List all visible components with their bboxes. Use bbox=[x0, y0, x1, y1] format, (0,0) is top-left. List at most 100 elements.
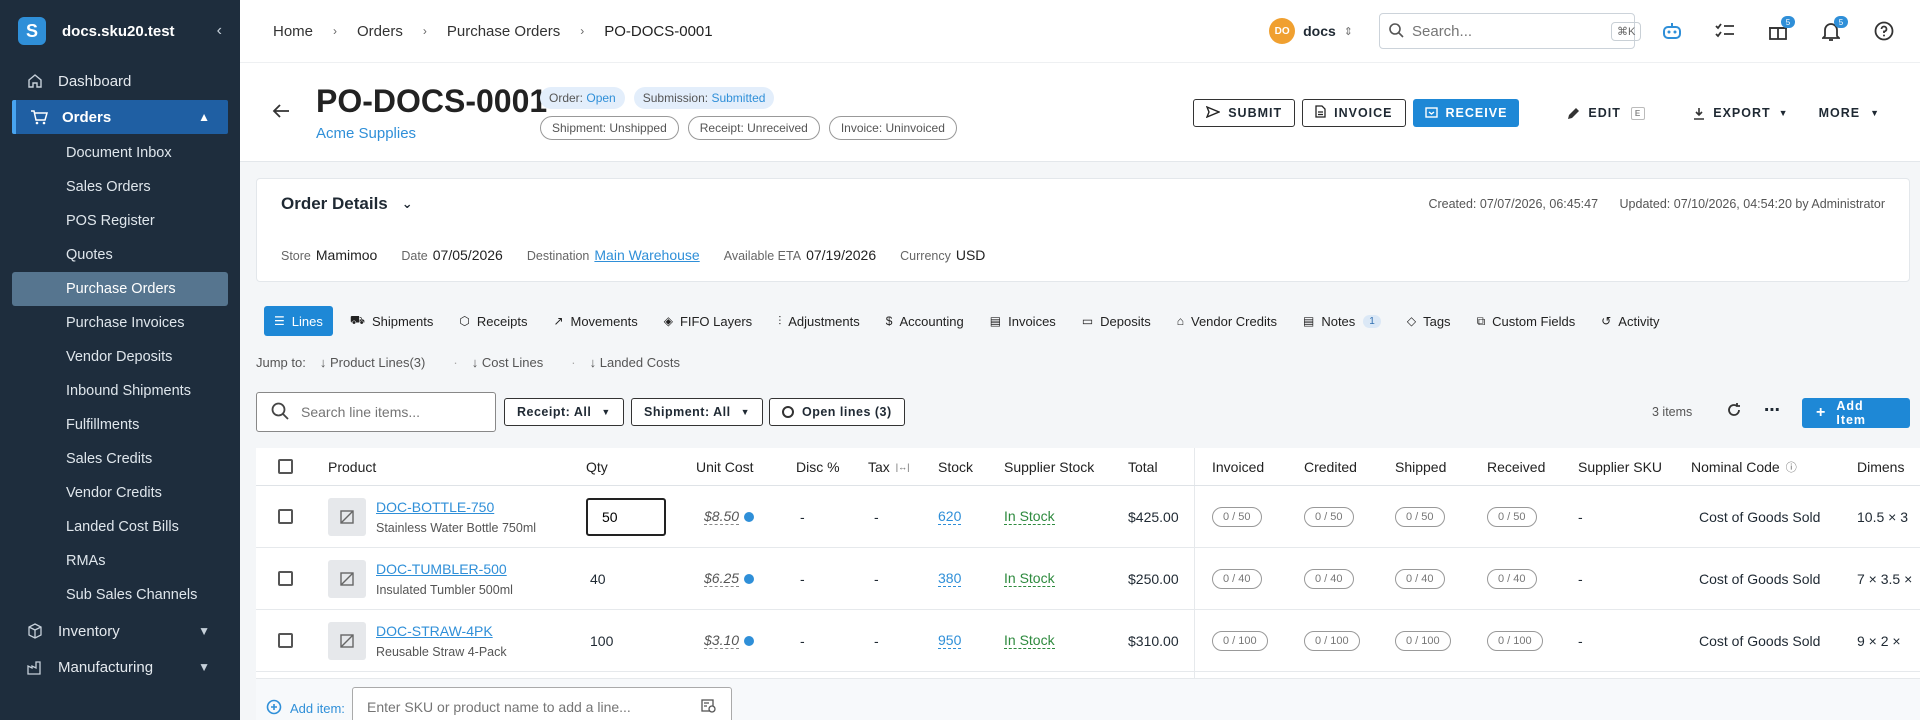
sidebar-subitem-quotes[interactable]: Quotes bbox=[0, 238, 240, 272]
tab-movements[interactable]: ↗ Movements bbox=[544, 306, 646, 336]
jump-landed-costs[interactable]: ↓ Landed Costs bbox=[590, 355, 694, 370]
col-qty[interactable]: Qty bbox=[586, 448, 608, 485]
tab-notes[interactable]: ▤ Notes 1 bbox=[1294, 306, 1390, 336]
product-sku-link[interactable]: DOC-BOTTLE-750 bbox=[376, 499, 494, 515]
sidebar-item-orders[interactable]: Orders ▲ bbox=[12, 100, 228, 134]
qty-value[interactable]: 40 bbox=[590, 548, 606, 609]
breadcrumb-purchase-orders[interactable]: Purchase Orders bbox=[447, 23, 560, 40]
breadcrumb-orders[interactable]: Orders bbox=[357, 23, 403, 40]
help-icon[interactable] bbox=[1867, 14, 1901, 48]
tab-custom-fields[interactable]: ⧉ Custom Fields bbox=[1468, 306, 1585, 336]
collapse-sidebar-icon[interactable]: ‹ bbox=[217, 22, 222, 40]
gift-icon[interactable]: 5 bbox=[1761, 14, 1795, 48]
col-invoiced[interactable]: Invoiced bbox=[1212, 448, 1264, 485]
supplier-stock-status[interactable]: In Stock bbox=[1004, 508, 1055, 525]
col-supplier-sku[interactable]: Supplier SKU bbox=[1578, 448, 1662, 485]
assistant-robot-icon[interactable] bbox=[1655, 14, 1689, 48]
tab-activity[interactable]: ↺ Activity bbox=[1592, 306, 1668, 336]
col-supplier-stock[interactable]: Supplier Stock bbox=[1004, 448, 1094, 485]
product-sku-link[interactable]: DOC-TUMBLER-500 bbox=[376, 561, 507, 577]
col-shipped[interactable]: Shipped bbox=[1395, 448, 1446, 485]
sidebar-subitem-pos-register[interactable]: POS Register bbox=[0, 204, 240, 238]
add-item-field[interactable] bbox=[352, 687, 732, 720]
receipt-filter[interactable]: Receipt: All ▼ bbox=[504, 398, 624, 426]
more-options-icon[interactable]: ⋯ bbox=[1764, 400, 1780, 420]
stock-link[interactable]: 620 bbox=[938, 508, 962, 525]
row-checkbox[interactable] bbox=[278, 571, 293, 586]
global-search[interactable]: ⌘K bbox=[1379, 13, 1642, 49]
destination-link[interactable]: Main Warehouse bbox=[594, 247, 699, 263]
sidebar-subitem-purchase-orders[interactable]: Purchase Orders bbox=[12, 272, 228, 306]
vendor-link[interactable]: Acme Supplies bbox=[316, 125, 416, 142]
bell-icon[interactable]: 5 bbox=[1814, 14, 1848, 48]
qty-input[interactable] bbox=[586, 497, 666, 536]
select-all-checkbox[interactable] bbox=[278, 459, 293, 474]
line-search[interactable] bbox=[256, 392, 496, 432]
supplier-stock-status[interactable]: In Stock bbox=[1004, 632, 1055, 649]
more-button[interactable]: MORE ▼ bbox=[1819, 106, 1880, 120]
add-item-input[interactable] bbox=[367, 699, 701, 715]
add-item-label[interactable]: Add item: bbox=[266, 699, 345, 718]
tab-adjustments[interactable]: ⫶ Adjustments bbox=[769, 306, 869, 336]
info-icon[interactable] bbox=[744, 573, 755, 584]
col-nominal-code[interactable]: Nominal Code ⓘ bbox=[1691, 448, 1797, 485]
sidebar-subitem-vendor-credits[interactable]: Vendor Credits bbox=[0, 476, 240, 510]
submit-button[interactable]: SUBMIT bbox=[1193, 99, 1296, 127]
edit-button[interactable]: EDIT E bbox=[1567, 106, 1646, 120]
info-icon[interactable] bbox=[744, 635, 755, 646]
search-input[interactable] bbox=[1412, 22, 1611, 40]
supplier-stock-status[interactable]: In Stock bbox=[1004, 570, 1055, 587]
sidebar-subitem-landed-cost-bills[interactable]: Landed Cost Bills bbox=[0, 510, 240, 544]
row-checkbox[interactable] bbox=[278, 509, 293, 524]
unit-cost[interactable]: $6.25 bbox=[704, 570, 740, 587]
col-stock[interactable]: Stock bbox=[938, 448, 973, 485]
col-product[interactable]: Product bbox=[328, 448, 376, 485]
tab-invoices[interactable]: ▤ Invoices bbox=[981, 306, 1065, 336]
sidebar-subitem-inbound-shipments[interactable]: Inbound Shipments bbox=[0, 374, 240, 408]
col-unit-cost[interactable]: Unit Cost bbox=[696, 448, 754, 485]
line-search-input[interactable] bbox=[301, 404, 481, 420]
tab-lines[interactable]: ☰ Lines bbox=[264, 306, 333, 336]
sidebar-subitem-sales-credits[interactable]: Sales Credits bbox=[0, 442, 240, 476]
tasks-check-icon[interactable] bbox=[1708, 14, 1742, 48]
shipment-filter[interactable]: Shipment: All ▼ bbox=[631, 398, 764, 426]
sidebar-item-inventory[interactable]: Inventory ▼ bbox=[0, 614, 240, 648]
order-details-toggle[interactable]: Order Details ⌄ bbox=[281, 194, 413, 214]
qty-value[interactable]: 100 bbox=[590, 610, 613, 671]
workspace-switcher[interactable]: DO docs ⇕ bbox=[1269, 18, 1353, 44]
unit-cost[interactable]: $3.10 bbox=[704, 632, 740, 649]
app-logo[interactable]: S bbox=[18, 17, 46, 45]
tab-deposits[interactable]: ▭ Deposits bbox=[1073, 306, 1160, 336]
col-dimensions[interactable]: Dimens bbox=[1857, 448, 1904, 485]
stock-link[interactable]: 950 bbox=[938, 632, 962, 649]
tab-fifo-layers[interactable]: ◈ FIFO Layers bbox=[655, 306, 761, 336]
col-disc[interactable]: Disc % bbox=[796, 448, 840, 485]
jump-cost-lines[interactable]: ↓ Cost Lines bbox=[472, 355, 558, 370]
sidebar-subitem-purchase-invoices[interactable]: Purchase Invoices bbox=[0, 306, 240, 340]
sidebar-item-dashboard[interactable]: Dashboard bbox=[0, 64, 240, 98]
tab-tags[interactable]: ◇ Tags bbox=[1398, 306, 1460, 336]
col-tax[interactable]: Tax |↔| bbox=[868, 448, 909, 485]
receive-button[interactable]: RECEIVE bbox=[1412, 99, 1520, 127]
sidebar-subitem-sub-sales-channels[interactable]: Sub Sales Channels bbox=[0, 578, 240, 612]
sidebar-item-manufacturing[interactable]: Manufacturing ▼ bbox=[0, 650, 240, 684]
export-button[interactable]: EXPORT ▼ bbox=[1693, 106, 1788, 120]
tab-receipts[interactable]: ⬡ Receipts bbox=[450, 306, 536, 336]
sidebar-subitem-rmas[interactable]: RMAs bbox=[0, 544, 240, 578]
barcode-search-icon[interactable] bbox=[701, 698, 717, 717]
add-item-button[interactable]: + Add Item bbox=[1802, 398, 1910, 428]
info-icon[interactable] bbox=[744, 511, 755, 522]
refresh-icon[interactable] bbox=[1726, 402, 1742, 421]
col-credited[interactable]: Credited bbox=[1304, 448, 1357, 485]
product-sku-link[interactable]: DOC-STRAW-4PK bbox=[376, 623, 493, 639]
sidebar-subitem-vendor-deposits[interactable]: Vendor Deposits bbox=[0, 340, 240, 374]
invoice-button[interactable]: INVOICE bbox=[1302, 99, 1406, 127]
tab-vendor-credits[interactable]: ⌂ Vendor Credits bbox=[1168, 306, 1286, 336]
open-lines-toggle[interactable]: Open lines (3) bbox=[769, 398, 905, 426]
sidebar-subitem-document-inbox[interactable]: Document Inbox bbox=[0, 136, 240, 170]
back-arrow-icon[interactable] bbox=[272, 103, 290, 122]
tab-shipments[interactable]: ⛟ Shipments bbox=[341, 306, 443, 336]
sidebar-subitem-fulfillments[interactable]: Fulfillments bbox=[0, 408, 240, 442]
col-received[interactable]: Received bbox=[1487, 448, 1545, 485]
unit-cost[interactable]: $8.50 bbox=[704, 508, 740, 525]
